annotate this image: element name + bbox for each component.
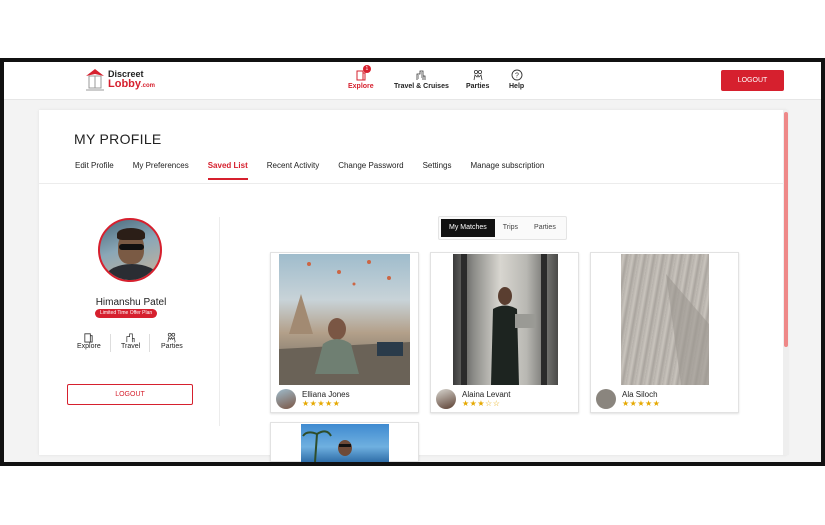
avatar-hair (117, 228, 145, 240)
segment-parties[interactable]: Parties (526, 219, 564, 237)
match-card[interactable]: Ala Siloch ★★★★★ (590, 252, 739, 413)
match-photo (279, 254, 410, 385)
parties-icon (167, 332, 176, 343)
logo-suffix: .com (141, 83, 156, 89)
quick-link-label: Parties (161, 343, 183, 350)
tab-change-password[interactable]: Change Password (338, 161, 403, 180)
match-photo (621, 254, 709, 385)
match-avatar (436, 389, 456, 409)
match-card[interactable]: Elliana Jones ★★★★★ (270, 252, 419, 413)
notification-badge: 1 (362, 65, 371, 73)
svg-text:?: ? (515, 73, 519, 80)
segment-my-matches[interactable]: My Matches (441, 219, 495, 237)
tab-my-preferences[interactable]: My Preferences (133, 161, 189, 180)
tab-manage-subscription[interactable]: Manage subscription (470, 161, 544, 180)
segment-trips[interactable]: Trips (495, 219, 526, 237)
avatar-body (106, 264, 158, 280)
divider (109, 334, 111, 352)
quick-link-explore[interactable]: Explore (77, 332, 111, 352)
quick-link-label: Travel (121, 343, 141, 350)
avatar-glasses (119, 244, 144, 250)
match-card[interactable]: Alaina Levant ★★★☆☆ (430, 252, 579, 413)
top-header: Discreet Lobby.com 1 Explore Travel & Cr… (4, 62, 821, 100)
user-name: Himanshu Patel (95, 297, 167, 308)
travel-icon (126, 333, 135, 343)
explore-icon (84, 333, 93, 343)
scrollbar-thumb[interactable] (784, 112, 788, 347)
star-rating: ★★★★★ (302, 399, 341, 408)
page-title: MY PROFILE (74, 131, 162, 147)
app-screen: Discreet Lobby.com 1 Explore Travel & Cr… (4, 62, 821, 462)
avatar[interactable] (98, 218, 162, 282)
nav-label: Travel & Cruises (394, 83, 449, 90)
match-avatar (596, 389, 616, 409)
window-frame: Discreet Lobby.com 1 Explore Travel & Cr… (0, 58, 825, 466)
match-name: Ala Siloch (622, 390, 658, 399)
sidebar-logout-button[interactable]: LOGOUT (67, 384, 193, 405)
quick-link-travel[interactable]: Travel (121, 332, 151, 352)
match-card[interactable] (270, 422, 419, 462)
profile-tabs: Edit Profile My Preferences Saved List R… (75, 161, 563, 180)
logo[interactable]: Discreet Lobby.com (84, 68, 155, 92)
nav-label: Parties (466, 83, 490, 90)
logo-icon (84, 68, 106, 92)
match-photo (301, 424, 389, 462)
logo-text: Discreet Lobby.com (108, 69, 155, 91)
scrollbar[interactable] (783, 110, 789, 455)
plan-badge: Limited Time Offer Plan (95, 309, 158, 318)
nav-explore[interactable]: 1 Explore (348, 65, 374, 90)
match-name: Alaina Levant (462, 390, 511, 399)
star-rating: ★★★★★ (622, 399, 661, 408)
logo-line-2: Lobby (108, 78, 141, 90)
match-avatar (276, 389, 296, 409)
match-name: Elliana Jones (302, 390, 350, 399)
logout-button[interactable]: LOGOUT (721, 70, 784, 91)
saved-list-segments: My Matches Trips Parties (438, 216, 567, 240)
help-icon: ? (511, 67, 523, 81)
star-rating: ★★★☆☆ (462, 399, 501, 408)
nav-parties[interactable]: Parties (466, 67, 489, 90)
nav-label: Explore (348, 83, 374, 90)
nav-travel-cruises[interactable]: Travel & Cruises (394, 67, 449, 90)
parties-icon (472, 67, 484, 81)
tab-edit-profile[interactable]: Edit Profile (75, 161, 114, 180)
tab-settings[interactable]: Settings (423, 161, 452, 180)
tab-saved-list[interactable]: Saved List (207, 161, 248, 180)
tabs-divider (39, 183, 787, 184)
match-photo (453, 254, 558, 385)
explore-icon: 1 (349, 65, 373, 81)
quick-link-label: Explore (77, 343, 101, 350)
divider (149, 334, 151, 352)
nav-label: Help (509, 83, 525, 90)
quick-link-parties[interactable]: Parties (161, 332, 183, 350)
profile-card: MY PROFILE Edit Profile My Preferences S… (39, 110, 787, 462)
nav-help[interactable]: ? Help (509, 67, 524, 90)
travel-icon (415, 67, 427, 81)
column-divider (219, 217, 220, 426)
tab-recent-activity[interactable]: Recent Activity (267, 161, 319, 180)
